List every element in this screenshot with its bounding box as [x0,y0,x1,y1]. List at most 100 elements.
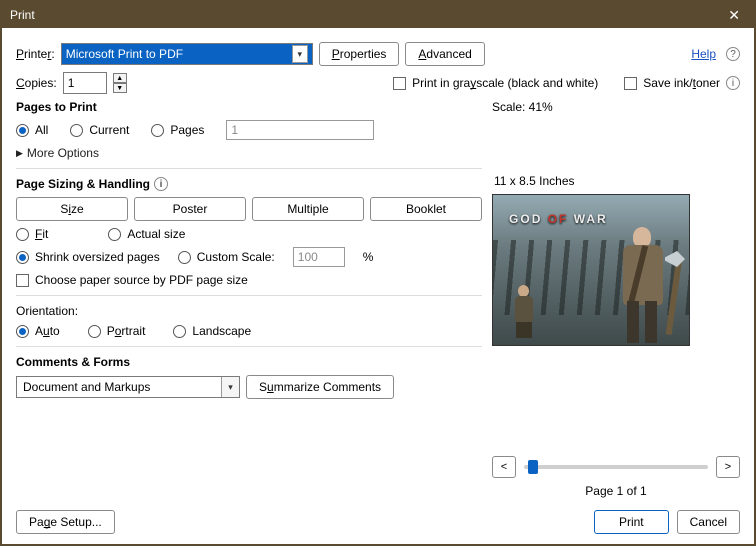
divider [16,168,482,169]
radio-off-icon [173,325,186,338]
slider-thumb[interactable] [528,460,538,474]
titlebar: Print ✕ [2,2,754,28]
percent-label: % [363,250,374,264]
printer-select[interactable]: Microsoft Print to PDF ▾ [61,43,313,65]
actual-radio[interactable]: Actual size [108,227,185,241]
sizing-tabs: Size Poster Multiple Booklet [16,197,482,221]
summarize-button[interactable]: Summarize Comments [246,375,394,399]
copies-input[interactable] [63,72,107,94]
saveink-checkbox[interactable] [624,77,637,90]
pages-title: Pages to Print [16,100,482,114]
pages-range-radio[interactable]: Pages [151,123,204,137]
radio-on-icon [16,251,29,264]
divider [16,346,482,347]
custom-scale-label: Custom Scale: [197,250,275,264]
comments-section: Comments & Forms Document and Markups ▾ … [16,355,482,399]
landscape-radio[interactable]: Landscape [173,324,251,338]
pages-range-label: Pages [170,123,204,137]
auto-radio[interactable]: Auto [16,324,60,338]
close-icon[interactable]: ✕ [722,5,746,26]
pages-current-label: Current [89,123,129,137]
pages-range-input[interactable] [226,120,374,140]
help-icon[interactable]: ? [726,47,740,61]
radio-off-icon [178,251,191,264]
multiple-tab[interactable]: Multiple [252,197,364,221]
printer-value: Microsoft Print to PDF [66,47,183,61]
radio-off-icon [151,124,164,137]
chevron-down-icon[interactable]: ▾ [221,377,239,397]
actual-label: Actual size [127,227,185,241]
zoom-slider[interactable] [524,465,708,469]
sizing-title: Page Sizing & Handlingi [16,177,482,191]
spinner-up-icon[interactable]: ▲ [113,73,127,83]
radio-off-icon [16,228,29,241]
preview-figure-boy [511,285,537,339]
pages-current-radio[interactable]: Current [70,123,129,137]
chevron-down-icon[interactable]: ▾ [292,45,308,63]
radio-off-icon [88,325,101,338]
portrait-label: Portrait [107,324,146,338]
pages-all-radio[interactable]: All [16,123,48,137]
grayscale-checkbox[interactable] [393,77,406,90]
scale-label: Scale: 41% [492,100,740,114]
auto-label: Auto [35,324,60,338]
divider [16,295,482,296]
booklet-tab[interactable]: Booklet [370,197,482,221]
shrink-radio[interactable]: Shrink oversized pages [16,250,160,264]
printer-label: Printer: [16,47,55,61]
comments-title: Comments & Forms [16,355,482,369]
pages-all-label: All [35,123,48,137]
page-preview: GOD OF WAR [492,194,690,346]
fit-radio[interactable]: Fit [16,227,48,241]
landscape-label: Landscape [192,324,251,338]
printer-row: Printer: Microsoft Print to PDF ▾ Proper… [16,42,740,66]
choose-source-label: Choose paper source by PDF page size [35,273,248,287]
prev-page-button[interactable]: < [492,456,516,478]
preview-logo: GOD OF WAR [509,211,608,227]
pages-to-print-section: Pages to Print All Current Pages ▶ More O… [16,100,482,160]
radio-on-icon [16,124,29,137]
more-options-label: More Options [27,146,99,160]
radio-on-icon [16,325,29,338]
custom-scale-input[interactable] [293,247,345,267]
page-indicator: Page 1 of 1 [492,484,740,498]
print-dialog: Print ✕ Printer: Microsoft Print to PDF … [2,2,754,544]
comments-combo[interactable]: Document and Markups ▾ [16,376,240,398]
comments-value: Document and Markups [23,380,150,394]
copies-row: Copies: ▲ ▼ Print in grayscale (black an… [16,72,740,94]
print-button[interactable]: Print [594,510,669,534]
saveink-label: Save ink/toner [643,76,720,90]
page-setup-button[interactable]: Page Setup... [16,510,115,534]
grayscale-label: Print in grayscale (black and white) [412,76,598,90]
left-panel: Pages to Print All Current Pages ▶ More O… [16,100,482,498]
orientation-section: Orientation: Auto Portrait Landscape [16,304,482,338]
copies-spinner[interactable]: ▲ ▼ [113,73,127,93]
help-link[interactable]: Help [691,47,716,61]
choose-source-checkbox[interactable] [16,274,29,287]
properties-button[interactable]: Properties [319,42,400,66]
preview-figure-man [613,227,671,345]
main-area: Pages to Print All Current Pages ▶ More O… [16,100,740,498]
copies-label: Copies: [16,76,57,90]
dialog-footer: Page Setup... Print Cancel [16,510,740,534]
orientation-title: Orientation: [16,304,482,318]
shrink-label: Shrink oversized pages [35,250,160,264]
spinner-down-icon[interactable]: ▼ [113,83,127,93]
advanced-button[interactable]: Advanced [405,42,484,66]
cancel-button[interactable]: Cancel [677,510,740,534]
dimensions-label: 11 x 8.5 Inches [492,174,740,188]
portrait-radio[interactable]: Portrait [88,324,146,338]
triangle-right-icon: ▶ [16,148,23,159]
more-options-toggle[interactable]: ▶ More Options [16,146,482,160]
radio-off-icon [70,124,83,137]
poster-tab[interactable]: Poster [134,197,246,221]
info-icon[interactable]: i [726,76,740,90]
sizing-section: Page Sizing & Handlingi Size Poster Mult… [16,177,482,287]
radio-off-icon [108,228,121,241]
size-tab[interactable]: Size [16,197,128,221]
next-page-button[interactable]: > [716,456,740,478]
dialog-content: Printer: Microsoft Print to PDF ▾ Proper… [2,28,754,544]
info-icon[interactable]: i [154,177,168,191]
custom-scale-radio[interactable]: Custom Scale: [178,250,275,264]
preview-image: GOD OF WAR [493,195,689,345]
